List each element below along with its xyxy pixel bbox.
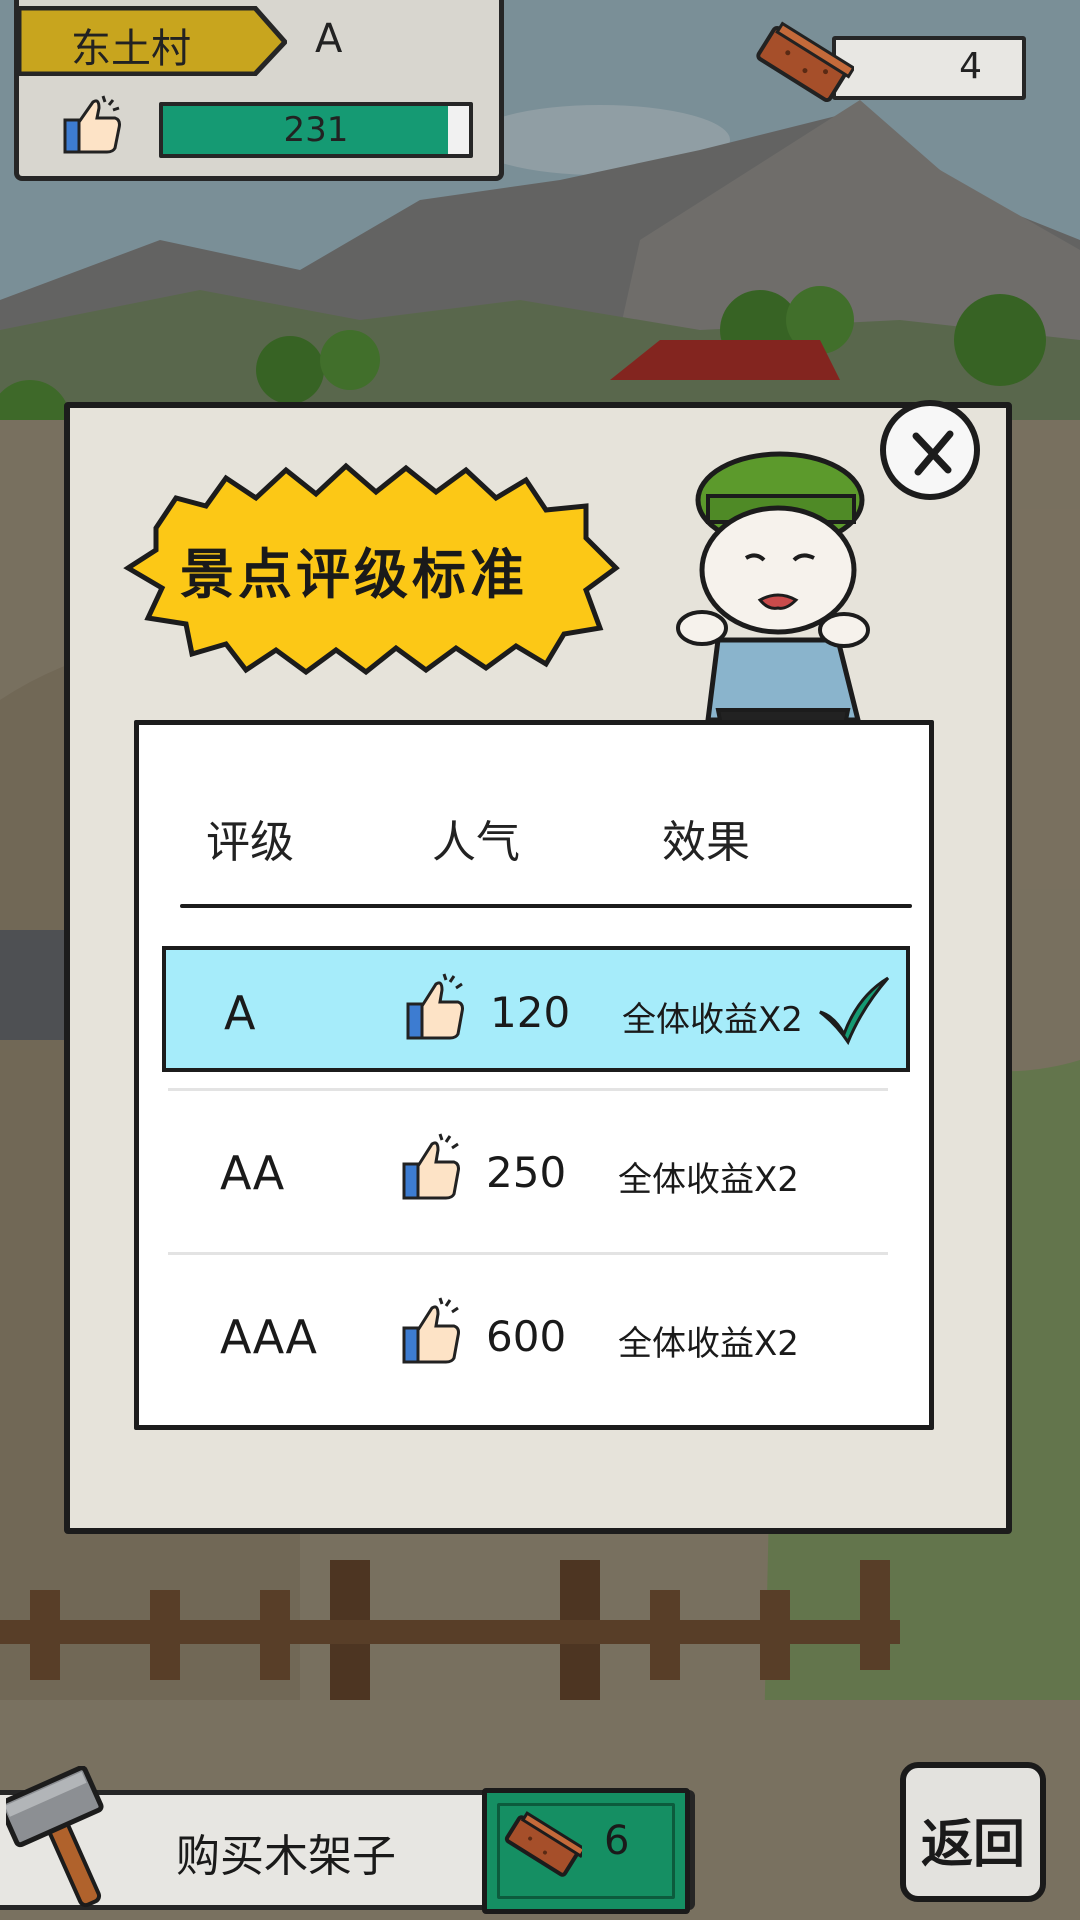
column-header-grade: 评级 (206, 817, 294, 868)
dialog-title: 景点评级标准 (180, 543, 528, 606)
row-popularity: 250 (486, 1148, 567, 1197)
row-divider (168, 1088, 888, 1091)
row-popularity: 120 (490, 988, 571, 1037)
village-status-panel: 东土村 A 231 (14, 0, 504, 181)
header-divider (180, 904, 912, 908)
village-name: 东土村 (71, 26, 191, 72)
thumbs-up-icon (63, 95, 121, 154)
close-button[interactable] (880, 400, 980, 500)
row-effect: 全体收益X2 (618, 1324, 799, 1364)
buy-wooden-frame-label: 购买木架子 (176, 1831, 396, 1882)
brick-counter: 4 (832, 36, 1026, 100)
column-header-effect: 效果 (662, 817, 750, 868)
thumbs-up-icon (406, 973, 464, 1040)
row-grade: A (224, 986, 256, 1040)
popularity-bar: 231 (159, 102, 473, 158)
rating-row-a[interactable]: A 120 全体收益X2 (162, 946, 910, 1072)
thumbs-up-icon (402, 1133, 460, 1200)
row-effect: 全体收益X2 (618, 1160, 799, 1200)
brick-icon (504, 1811, 582, 1877)
hammer-icon (6, 1766, 104, 1908)
back-button-label: 返回 (920, 1815, 1025, 1875)
village-grade: A (315, 16, 343, 62)
column-header-popularity: 人气 (432, 817, 520, 868)
row-divider (168, 1252, 888, 1255)
buy-cost-value: 6 (604, 1818, 630, 1864)
brick-icon (756, 21, 854, 103)
row-effect: 全体收益X2 (622, 1000, 803, 1040)
row-popularity: 600 (486, 1312, 567, 1361)
row-grade: AA (220, 1146, 285, 1200)
rating-row-aaa[interactable]: AAA 600 全体收益X2 (162, 1274, 910, 1400)
rating-row-aa[interactable]: AA 250 全体收益X2 (162, 1110, 910, 1236)
row-grade: AAA (220, 1310, 317, 1364)
checkmark-icon (819, 976, 890, 1046)
close-icon (912, 430, 954, 476)
village-name-tag: 东土村 (19, 6, 287, 76)
brick-count: 4 (959, 46, 982, 87)
back-button[interactable]: 返回 (900, 1762, 1046, 1902)
thumbs-up-icon (402, 1297, 460, 1364)
popularity-value: 231 (283, 110, 349, 150)
